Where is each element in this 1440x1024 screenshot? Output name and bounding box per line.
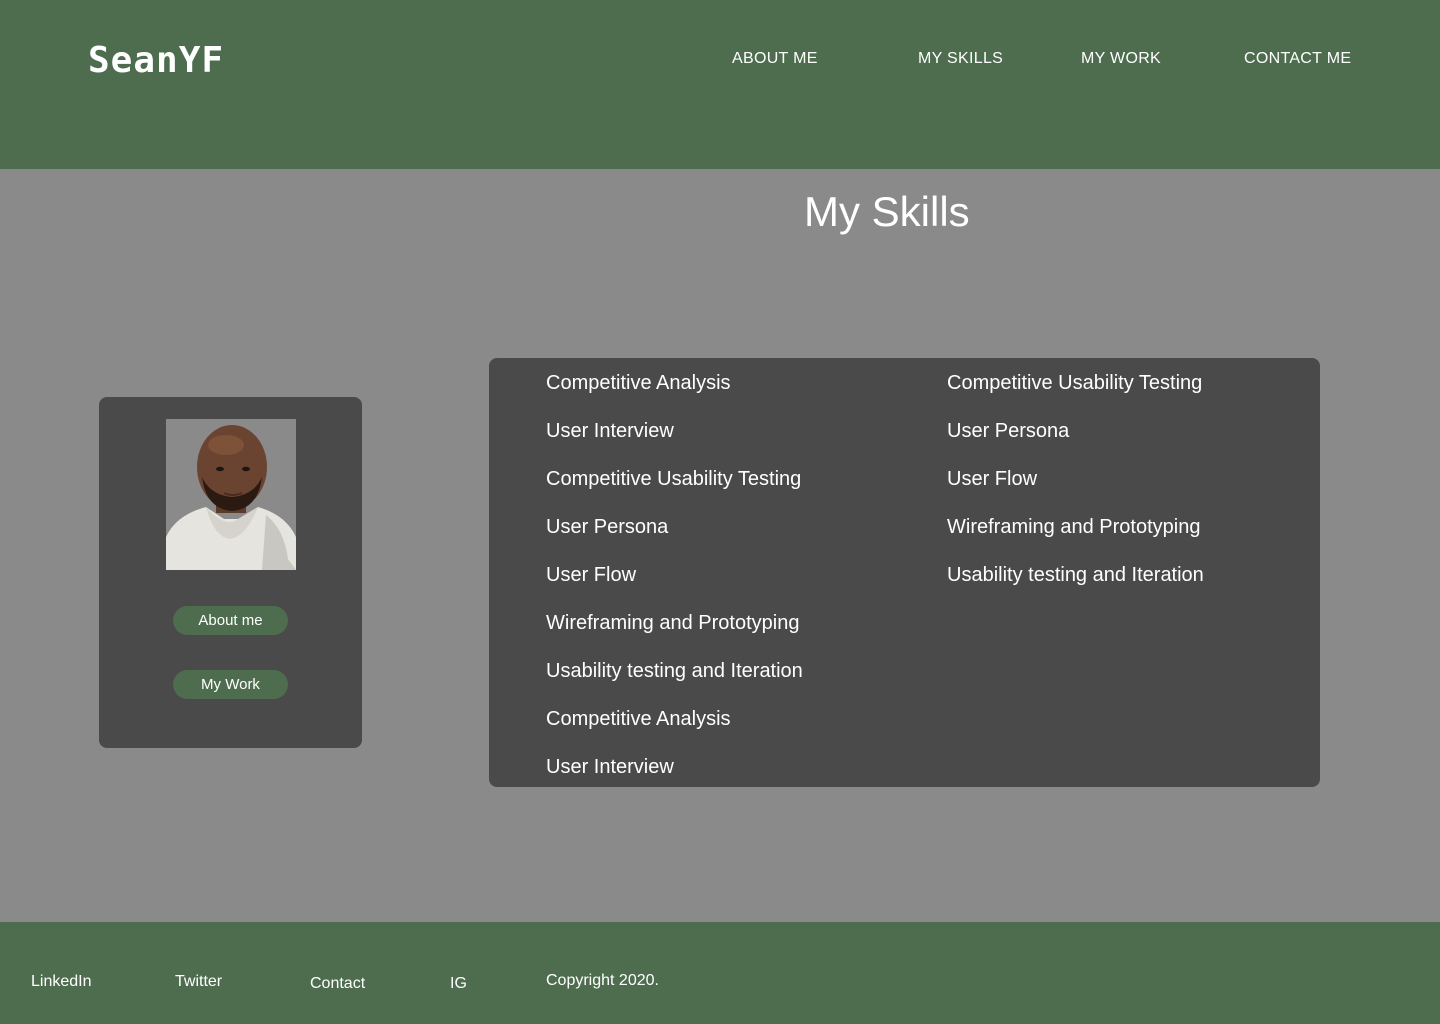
skill-item: Usability testing and Iteration: [947, 564, 1204, 586]
copyright-text: Copyright 2020.: [546, 972, 659, 989]
about-me-button[interactable]: About me: [173, 606, 288, 635]
skill-item: Competitive Usability Testing: [546, 468, 802, 490]
footer-contact-link[interactable]: Contact: [310, 975, 365, 993]
footer-twitter-link[interactable]: Twitter: [175, 973, 222, 991]
nav-about-me[interactable]: ABOUT ME: [732, 50, 818, 68]
my-work-button[interactable]: My Work: [173, 670, 288, 699]
skill-item: Competitive Analysis: [546, 372, 731, 394]
skills-panel: Competitive Analysis User Interview Comp…: [489, 358, 1320, 787]
skill-item: Competitive Analysis: [546, 708, 731, 730]
skill-item: User Persona: [947, 420, 1070, 442]
skill-item: Wireframing and Prototyping: [947, 516, 1201, 538]
profile-card: About me My Work: [99, 397, 362, 748]
footer-ig-link[interactable]: IG: [450, 975, 467, 993]
site-logo[interactable]: SeanYF: [88, 40, 224, 81]
site-header: SeanYF ABOUT ME MY SKILLS MY WORK CONTAC…: [0, 0, 1440, 169]
skill-item: Usability testing and Iteration: [546, 660, 803, 682]
avatar: [166, 419, 296, 570]
skill-item: User Flow: [546, 564, 637, 586]
page-title: My Skills: [804, 188, 970, 235]
nav-my-work[interactable]: MY WORK: [1081, 50, 1161, 68]
nav-contact-me[interactable]: CONTACT ME: [1244, 50, 1351, 68]
nav-my-skills[interactable]: MY SKILLS: [918, 50, 1003, 68]
site-footer: LinkedIn Twitter Contact IG Copyright 20…: [0, 922, 1440, 1024]
skill-item: User Persona: [546, 516, 669, 538]
avatar-photo: [166, 419, 296, 570]
footer-linkedin-link[interactable]: LinkedIn: [31, 973, 92, 991]
skill-item: User Interview: [546, 756, 674, 778]
skill-item: Wireframing and Prototyping: [546, 612, 800, 634]
skill-item: User Flow: [947, 468, 1038, 490]
skill-item: User Interview: [546, 420, 674, 442]
skill-item: Competitive Usability Testing: [947, 372, 1203, 394]
